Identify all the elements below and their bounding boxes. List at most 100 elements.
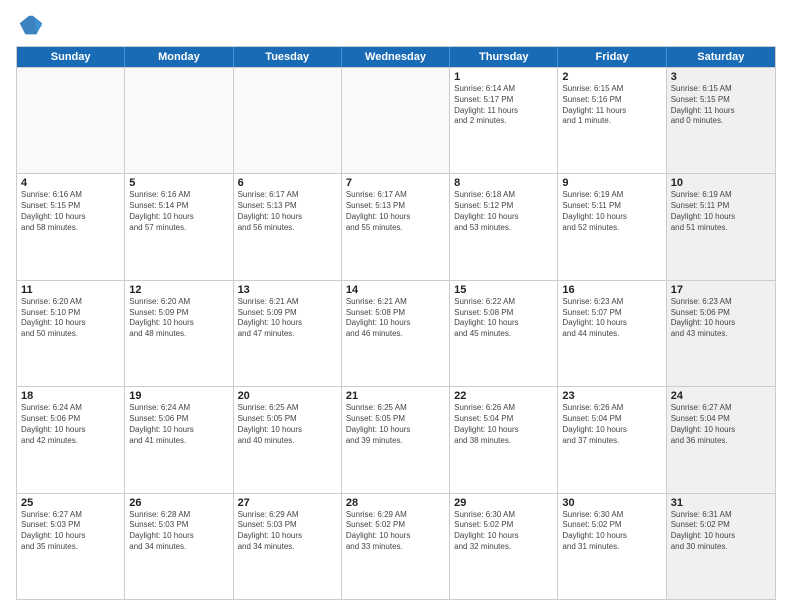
cal-cell-21: 21Sunrise: 6:25 AM Sunset: 5:05 PM Dayli… xyxy=(342,387,450,492)
cal-cell-empty-0-2 xyxy=(234,68,342,173)
day-info: Sunrise: 6:30 AM Sunset: 5:02 PM Dayligh… xyxy=(454,510,553,553)
day-info: Sunrise: 6:19 AM Sunset: 5:11 PM Dayligh… xyxy=(562,190,661,233)
day-info: Sunrise: 6:23 AM Sunset: 5:06 PM Dayligh… xyxy=(671,297,771,340)
day-number: 14 xyxy=(346,284,445,296)
day-number: 20 xyxy=(238,390,337,402)
day-number: 12 xyxy=(129,284,228,296)
day-number: 21 xyxy=(346,390,445,402)
weekday-header-saturday: Saturday xyxy=(667,47,775,67)
page: SundayMondayTuesdayWednesdayThursdayFrid… xyxy=(0,0,792,612)
day-info: Sunrise: 6:17 AM Sunset: 5:13 PM Dayligh… xyxy=(238,190,337,233)
cal-cell-29: 29Sunrise: 6:30 AM Sunset: 5:02 PM Dayli… xyxy=(450,494,558,599)
cal-cell-7: 7Sunrise: 6:17 AM Sunset: 5:13 PM Daylig… xyxy=(342,174,450,279)
day-number: 2 xyxy=(562,71,661,83)
day-number: 25 xyxy=(21,497,120,509)
day-info: Sunrise: 6:16 AM Sunset: 5:14 PM Dayligh… xyxy=(129,190,228,233)
day-info: Sunrise: 6:25 AM Sunset: 5:05 PM Dayligh… xyxy=(238,403,337,446)
cal-cell-5: 5Sunrise: 6:16 AM Sunset: 5:14 PM Daylig… xyxy=(125,174,233,279)
day-number: 29 xyxy=(454,497,553,509)
day-number: 6 xyxy=(238,177,337,189)
cal-cell-22: 22Sunrise: 6:26 AM Sunset: 5:04 PM Dayli… xyxy=(450,387,558,492)
weekday-header-wednesday: Wednesday xyxy=(342,47,450,67)
day-number: 17 xyxy=(671,284,771,296)
cal-cell-19: 19Sunrise: 6:24 AM Sunset: 5:06 PM Dayli… xyxy=(125,387,233,492)
cal-cell-15: 15Sunrise: 6:22 AM Sunset: 5:08 PM Dayli… xyxy=(450,281,558,386)
day-info: Sunrise: 6:29 AM Sunset: 5:03 PM Dayligh… xyxy=(238,510,337,553)
day-number: 7 xyxy=(346,177,445,189)
day-number: 15 xyxy=(454,284,553,296)
day-info: Sunrise: 6:24 AM Sunset: 5:06 PM Dayligh… xyxy=(21,403,120,446)
day-number: 9 xyxy=(562,177,661,189)
cal-cell-25: 25Sunrise: 6:27 AM Sunset: 5:03 PM Dayli… xyxy=(17,494,125,599)
cal-cell-27: 27Sunrise: 6:29 AM Sunset: 5:03 PM Dayli… xyxy=(234,494,342,599)
day-info: Sunrise: 6:21 AM Sunset: 5:09 PM Dayligh… xyxy=(238,297,337,340)
cal-cell-empty-0-0 xyxy=(17,68,125,173)
calendar-row-3: 11Sunrise: 6:20 AM Sunset: 5:10 PM Dayli… xyxy=(17,280,775,386)
day-number: 18 xyxy=(21,390,120,402)
cal-cell-28: 28Sunrise: 6:29 AM Sunset: 5:02 PM Dayli… xyxy=(342,494,450,599)
weekday-header-monday: Monday xyxy=(125,47,233,67)
day-info: Sunrise: 6:15 AM Sunset: 5:15 PM Dayligh… xyxy=(671,84,771,127)
day-number: 8 xyxy=(454,177,553,189)
day-info: Sunrise: 6:18 AM Sunset: 5:12 PM Dayligh… xyxy=(454,190,553,233)
cal-cell-10: 10Sunrise: 6:19 AM Sunset: 5:11 PM Dayli… xyxy=(667,174,775,279)
cal-cell-24: 24Sunrise: 6:27 AM Sunset: 5:04 PM Dayli… xyxy=(667,387,775,492)
day-info: Sunrise: 6:28 AM Sunset: 5:03 PM Dayligh… xyxy=(129,510,228,553)
cal-cell-20: 20Sunrise: 6:25 AM Sunset: 5:05 PM Dayli… xyxy=(234,387,342,492)
weekday-header-sunday: Sunday xyxy=(17,47,125,67)
day-number: 24 xyxy=(671,390,771,402)
day-number: 28 xyxy=(346,497,445,509)
weekday-header-thursday: Thursday xyxy=(450,47,558,67)
cal-cell-12: 12Sunrise: 6:20 AM Sunset: 5:09 PM Dayli… xyxy=(125,281,233,386)
day-number: 19 xyxy=(129,390,228,402)
day-info: Sunrise: 6:19 AM Sunset: 5:11 PM Dayligh… xyxy=(671,190,771,233)
cal-cell-1: 1Sunrise: 6:14 AM Sunset: 5:17 PM Daylig… xyxy=(450,68,558,173)
day-info: Sunrise: 6:15 AM Sunset: 5:16 PM Dayligh… xyxy=(562,84,661,127)
day-info: Sunrise: 6:31 AM Sunset: 5:02 PM Dayligh… xyxy=(671,510,771,553)
day-info: Sunrise: 6:30 AM Sunset: 5:02 PM Dayligh… xyxy=(562,510,661,553)
day-info: Sunrise: 6:27 AM Sunset: 5:03 PM Dayligh… xyxy=(21,510,120,553)
day-info: Sunrise: 6:24 AM Sunset: 5:06 PM Dayligh… xyxy=(129,403,228,446)
day-info: Sunrise: 6:25 AM Sunset: 5:05 PM Dayligh… xyxy=(346,403,445,446)
day-info: Sunrise: 6:21 AM Sunset: 5:08 PM Dayligh… xyxy=(346,297,445,340)
calendar-header: SundayMondayTuesdayWednesdayThursdayFrid… xyxy=(17,47,775,67)
day-info: Sunrise: 6:22 AM Sunset: 5:08 PM Dayligh… xyxy=(454,297,553,340)
day-number: 27 xyxy=(238,497,337,509)
day-info: Sunrise: 6:20 AM Sunset: 5:09 PM Dayligh… xyxy=(129,297,228,340)
day-number: 26 xyxy=(129,497,228,509)
day-info: Sunrise: 6:23 AM Sunset: 5:07 PM Dayligh… xyxy=(562,297,661,340)
cal-cell-empty-0-1 xyxy=(125,68,233,173)
cal-cell-3: 3Sunrise: 6:15 AM Sunset: 5:15 PM Daylig… xyxy=(667,68,775,173)
day-number: 3 xyxy=(671,71,771,83)
day-info: Sunrise: 6:29 AM Sunset: 5:02 PM Dayligh… xyxy=(346,510,445,553)
calendar-body: 1Sunrise: 6:14 AM Sunset: 5:17 PM Daylig… xyxy=(17,67,775,599)
cal-cell-9: 9Sunrise: 6:19 AM Sunset: 5:11 PM Daylig… xyxy=(558,174,666,279)
day-number: 4 xyxy=(21,177,120,189)
cal-cell-14: 14Sunrise: 6:21 AM Sunset: 5:08 PM Dayli… xyxy=(342,281,450,386)
day-info: Sunrise: 6:26 AM Sunset: 5:04 PM Dayligh… xyxy=(454,403,553,446)
cal-cell-17: 17Sunrise: 6:23 AM Sunset: 5:06 PM Dayli… xyxy=(667,281,775,386)
cal-cell-18: 18Sunrise: 6:24 AM Sunset: 5:06 PM Dayli… xyxy=(17,387,125,492)
day-info: Sunrise: 6:16 AM Sunset: 5:15 PM Dayligh… xyxy=(21,190,120,233)
weekday-header-friday: Friday xyxy=(558,47,666,67)
cal-cell-2: 2Sunrise: 6:15 AM Sunset: 5:16 PM Daylig… xyxy=(558,68,666,173)
day-number: 22 xyxy=(454,390,553,402)
day-number: 1 xyxy=(454,71,553,83)
cal-cell-30: 30Sunrise: 6:30 AM Sunset: 5:02 PM Dayli… xyxy=(558,494,666,599)
day-number: 13 xyxy=(238,284,337,296)
day-info: Sunrise: 6:14 AM Sunset: 5:17 PM Dayligh… xyxy=(454,84,553,127)
day-number: 30 xyxy=(562,497,661,509)
cal-cell-11: 11Sunrise: 6:20 AM Sunset: 5:10 PM Dayli… xyxy=(17,281,125,386)
day-info: Sunrise: 6:20 AM Sunset: 5:10 PM Dayligh… xyxy=(21,297,120,340)
cal-cell-8: 8Sunrise: 6:18 AM Sunset: 5:12 PM Daylig… xyxy=(450,174,558,279)
weekday-header-tuesday: Tuesday xyxy=(234,47,342,67)
day-info: Sunrise: 6:17 AM Sunset: 5:13 PM Dayligh… xyxy=(346,190,445,233)
cal-cell-31: 31Sunrise: 6:31 AM Sunset: 5:02 PM Dayli… xyxy=(667,494,775,599)
cal-cell-26: 26Sunrise: 6:28 AM Sunset: 5:03 PM Dayli… xyxy=(125,494,233,599)
day-number: 16 xyxy=(562,284,661,296)
day-number: 5 xyxy=(129,177,228,189)
cal-cell-13: 13Sunrise: 6:21 AM Sunset: 5:09 PM Dayli… xyxy=(234,281,342,386)
day-number: 11 xyxy=(21,284,120,296)
day-info: Sunrise: 6:26 AM Sunset: 5:04 PM Dayligh… xyxy=(562,403,661,446)
day-number: 23 xyxy=(562,390,661,402)
